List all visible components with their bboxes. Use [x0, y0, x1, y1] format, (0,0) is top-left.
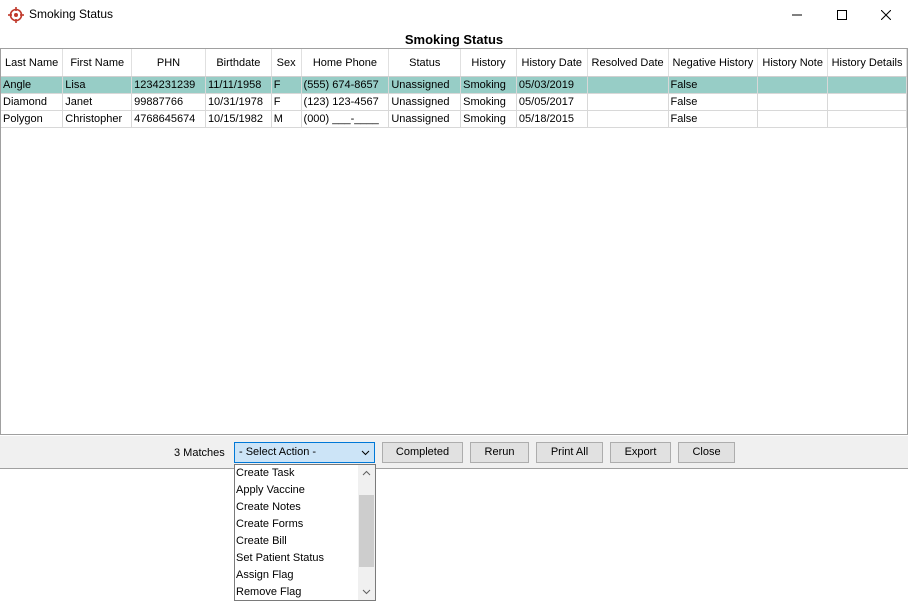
action-option-apply-vaccine[interactable]: Apply Vaccine [235, 482, 358, 499]
table-cell: Smoking [460, 110, 517, 128]
action-option-assign-flag[interactable]: Assign Flag [235, 567, 358, 584]
rerun-button[interactable]: Rerun [470, 442, 529, 463]
table-cell: 10/31/1978 [205, 93, 272, 111]
table-cell [757, 93, 829, 111]
chevron-down-icon [362, 589, 371, 595]
chevron-up-icon [362, 470, 371, 476]
column-header[interactable]: Status [388, 49, 462, 77]
scroll-up-button[interactable] [358, 465, 375, 482]
table-cell: 05/03/2019 [516, 76, 588, 94]
column-header[interactable]: Last Name [1, 49, 64, 77]
window-title: Smoking Status [29, 7, 114, 21]
panel-title: Smoking Status [404, 32, 504, 47]
table-cell: Polygon [1, 110, 64, 128]
table-cell: Angle [1, 76, 64, 94]
column-header[interactable]: History Date [516, 49, 588, 77]
table-cell: (123) 123-4567 [301, 93, 390, 111]
close-icon [880, 9, 891, 20]
print-all-button[interactable]: Print All [536, 442, 603, 463]
table-cell: F [271, 93, 302, 111]
action-select-value: - Select Action - [239, 446, 317, 458]
column-header[interactable]: Birthdate [205, 49, 272, 77]
table-row[interactable]: Angle Lisa 1234231239 11/11/1958 F (555)… [1, 76, 907, 94]
table-cell: 1234231239 [131, 76, 206, 94]
table-cell: Unassigned [388, 93, 462, 111]
chevron-down-icon [361, 450, 370, 456]
crosshair-target-icon [8, 7, 24, 23]
table-cell [827, 110, 907, 128]
table-cell [587, 93, 669, 111]
title-bar: Smoking Status [0, 0, 908, 29]
table-cell [827, 93, 907, 111]
action-option-set-patient-status[interactable]: Set Patient Status [235, 550, 358, 567]
table-cell: (000) ___-____ [301, 110, 390, 128]
table-cell [587, 76, 669, 94]
table-cell: Smoking [460, 93, 517, 111]
table-cell: Unassigned [388, 110, 462, 128]
table-cell [827, 76, 907, 94]
column-header[interactable]: Sex [271, 49, 302, 77]
table-cell: False [668, 93, 759, 111]
action-option-create-task[interactable]: Create Task [235, 465, 358, 482]
column-header[interactable]: Resolved Date [587, 49, 669, 77]
dropdown-scrollbar[interactable] [358, 465, 375, 600]
action-option-create-notes[interactable]: Create Notes [235, 499, 358, 516]
table-cell: 11/11/1958 [205, 76, 272, 94]
table-cell: Diamond [1, 93, 64, 111]
results-grid[interactable]: Last Name First Name PHN Birthdate Sex H… [0, 48, 908, 435]
table-cell: F [271, 76, 302, 94]
completed-button[interactable]: Completed [382, 442, 463, 463]
header-row: Last Name First Name PHN Birthdate Sex H… [1, 49, 907, 77]
scroll-thumb[interactable] [359, 495, 374, 567]
close-window-button[interactable] [863, 0, 908, 29]
table-cell [757, 110, 829, 128]
table-cell [587, 110, 669, 128]
action-option-remove-flag[interactable]: Remove Flag [235, 584, 358, 600]
table-cell: False [668, 110, 759, 128]
column-header[interactable]: History Details [827, 49, 907, 77]
table-cell [757, 76, 829, 94]
scroll-down-button[interactable] [358, 583, 375, 600]
minimize-button[interactable] [774, 0, 819, 29]
column-header[interactable]: History Note [757, 49, 829, 77]
action-dropdown-list: Create Task Apply Vaccine Create Notes C… [234, 464, 376, 601]
table-cell: 05/18/2015 [516, 110, 588, 128]
column-header[interactable]: PHN [131, 49, 206, 77]
maximize-button[interactable] [819, 0, 864, 29]
table-cell: Christopher [62, 110, 133, 128]
table-cell: Smoking [460, 76, 517, 94]
matches-count: 3 Matches [174, 447, 225, 459]
table-cell: 99887766 [131, 93, 206, 111]
table-cell: Janet [62, 93, 133, 111]
close-button[interactable]: Close [678, 442, 735, 463]
column-header[interactable]: Home Phone [301, 49, 390, 77]
action-option-create-forms[interactable]: Create Forms [235, 516, 358, 533]
table-cell: (555) 674-8657 [301, 76, 390, 94]
column-header[interactable]: Negative History [668, 49, 759, 77]
export-button[interactable]: Export [610, 442, 671, 463]
table-row[interactable]: Polygon Christopher 4768645674 10/15/198… [1, 110, 907, 128]
table-cell: Lisa [62, 76, 133, 94]
results-table: Last Name First Name PHN Birthdate Sex H… [1, 49, 907, 128]
action-option-create-bill[interactable]: Create Bill [235, 533, 358, 550]
minimize-icon [791, 14, 802, 15]
table-cell: 4768645674 [131, 110, 206, 128]
table-cell: M [271, 110, 302, 128]
column-header[interactable]: History [460, 49, 517, 77]
table-cell: Unassigned [388, 76, 462, 94]
action-options: Create Task Apply Vaccine Create Notes C… [235, 465, 358, 600]
table-row[interactable]: Diamond Janet 99887766 10/31/1978 F (123… [1, 93, 907, 111]
table-cell: 10/15/1982 [205, 110, 272, 128]
action-select[interactable]: - Select Action - [234, 442, 375, 463]
action-bar: 3 Matches - Select Action - Completed Re… [0, 436, 908, 469]
table-cell: False [668, 76, 759, 94]
column-header[interactable]: First Name [62, 49, 133, 77]
maximize-icon [836, 9, 847, 20]
table-cell: 05/05/2017 [516, 93, 588, 111]
